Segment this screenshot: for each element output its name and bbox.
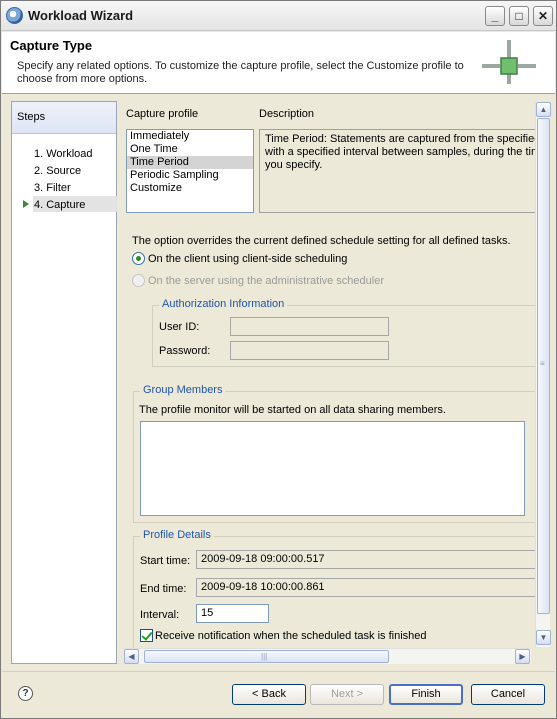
profile-details-title: Profile Details: [140, 529, 214, 541]
horizontal-scrollbar[interactable]: ◀ ||| ▶: [124, 648, 531, 664]
wizard-banner: Capture Type Specify any related options…: [2, 32, 555, 94]
vertical-scrollbar[interactable]: ▲ ≡ ▼: [535, 102, 551, 647]
interval-field[interactable]: 15: [196, 604, 269, 623]
password-label: Password:: [159, 345, 211, 357]
current-step-arrow-icon: [23, 200, 29, 208]
end-time-field[interactable]: 2009-09-18 10:00:00.861: [196, 578, 549, 597]
group-members-title: Group Members: [140, 384, 226, 396]
vertical-scroll-thumb[interactable]: ≡: [537, 118, 550, 614]
description-line: you specify.: [265, 159, 323, 171]
step-capture[interactable]: 4. Capture: [34, 199, 85, 211]
vertical-grip-icon: ≡: [540, 359, 545, 368]
app-icon: [6, 7, 23, 24]
profile-one-time[interactable]: One Time: [127, 143, 253, 156]
scroll-up-button[interactable]: ▲: [536, 102, 551, 117]
horizontal-scroll-thumb[interactable]: |||: [144, 650, 389, 663]
profile-description-box: Time Period: Statements are captured fro…: [259, 129, 549, 213]
back-button[interactable]: < Back: [232, 684, 306, 705]
notify-checkbox[interactable]: [140, 629, 153, 642]
group-members-list[interactable]: [140, 421, 525, 516]
cancel-button[interactable]: Cancel: [471, 684, 545, 705]
scroll-down-button[interactable]: ▼: [536, 630, 551, 645]
page-title: Capture Type: [10, 38, 93, 53]
page-description: Specify any related options. To customiz…: [17, 60, 464, 85]
authorization-title: Authorization Information: [159, 298, 288, 310]
wizard-main: Steps 1. Workload 2. Source 3. Filter 4.…: [11, 101, 551, 667]
client-scheduling-label[interactable]: On the client using client-side scheduli…: [148, 253, 347, 265]
help-icon[interactable]: ?: [18, 686, 33, 701]
password-field[interactable]: [230, 341, 389, 360]
interval-label: Interval:: [140, 609, 180, 621]
start-time-field[interactable]: 2009-09-18 09:00:00.517: [196, 550, 549, 569]
group-members-note: The profile monitor will be started on a…: [139, 404, 446, 416]
end-time-label: End time:: [140, 583, 187, 595]
profile-periodic-sampling[interactable]: Periodic Sampling: [127, 169, 253, 182]
workload-wizard-window: Workload Wizard _ □ ✕ Capture Type Speci…: [0, 0, 557, 719]
workload-wizard-logo-icon: [482, 40, 536, 84]
user-id-field[interactable]: [230, 317, 389, 336]
window-title: Workload Wizard: [28, 8, 134, 23]
minimize-button[interactable]: _: [485, 6, 505, 26]
steps-header: Steps: [12, 102, 116, 134]
capture-content: Capture profile Description Immediately …: [123, 101, 549, 664]
next-button[interactable]: Next >: [310, 684, 384, 705]
profile-immediately[interactable]: Immediately: [127, 130, 253, 143]
notify-label[interactable]: Receive notification when the scheduled …: [155, 630, 427, 642]
capture-profile-list[interactable]: Immediately One Time Time Period Periodi…: [126, 129, 254, 213]
description-line: with a specified interval between sample…: [265, 146, 541, 158]
title-bar[interactable]: Workload Wizard _ □ ✕: [1, 1, 556, 31]
step-source[interactable]: 2. Source: [34, 165, 81, 177]
description-label: Description: [259, 108, 315, 120]
profile-customize[interactable]: Customize: [127, 182, 253, 195]
capture-profile-label: Capture profile: [126, 108, 199, 120]
start-time-label: Start time:: [140, 555, 191, 567]
scrollbar-corner: [531, 648, 551, 664]
finish-button[interactable]: Finish: [389, 684, 463, 705]
close-button[interactable]: ✕: [533, 6, 553, 26]
horizontal-grip-icon: |||: [261, 652, 268, 661]
scroll-right-button[interactable]: ▶: [515, 649, 530, 664]
steps-panel: Steps 1. Workload 2. Source 3. Filter 4.…: [11, 101, 117, 664]
override-note: The option overrides the current defined…: [132, 235, 511, 247]
maximize-button[interactable]: □: [509, 6, 529, 26]
server-scheduling-radio[interactable]: [132, 274, 145, 287]
profile-time-period[interactable]: Time Period: [127, 156, 253, 169]
step-filter[interactable]: 3. Filter: [34, 182, 71, 194]
server-scheduling-label[interactable]: On the server using the administrative s…: [148, 275, 384, 287]
wizard-footer: ? < Back Next > Finish Cancel: [2, 671, 555, 718]
description-line: Time Period: Statements are captured fro…: [265, 133, 541, 145]
client-scheduling-radio[interactable]: [132, 252, 145, 265]
step-workload[interactable]: 1. Workload: [34, 148, 93, 160]
user-id-label: User ID:: [159, 321, 200, 333]
scroll-left-button[interactable]: ◀: [124, 649, 139, 664]
